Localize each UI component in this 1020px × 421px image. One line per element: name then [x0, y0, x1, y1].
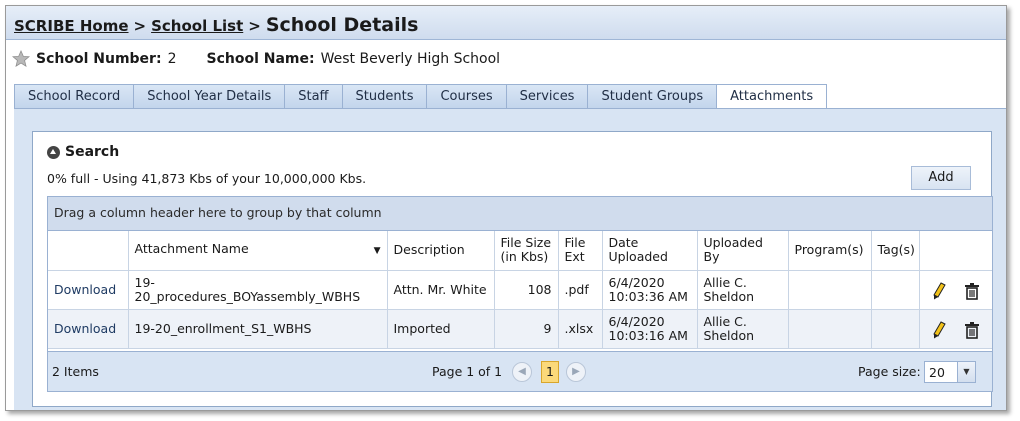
column-header-file-ext[interactable]: File Ext	[558, 231, 603, 271]
download-link[interactable]: Download	[54, 282, 116, 297]
tab-bar: School Record School Year Details Staff …	[14, 84, 828, 110]
tab-student-groups[interactable]: Student Groups	[588, 84, 718, 109]
search-toggle[interactable]: Search	[47, 144, 119, 160]
sort-descending-icon[interactable]: ▼	[374, 244, 381, 258]
programs-cell	[788, 270, 872, 310]
breadcrumb-bar: SCRIBE Home > School List > School Details	[6, 6, 1006, 40]
breadcrumb-separator: >	[248, 17, 261, 35]
attachment-name-cell: 19-20_enrollment_S1_WBHS	[128, 309, 388, 349]
attachment-name-cell: 19-20_procedures_BOYassembly_WBHS	[128, 270, 388, 310]
collapse-up-icon[interactable]	[47, 145, 60, 159]
breadcrumb-home-link[interactable]: SCRIBE Home	[14, 17, 129, 35]
tags-cell	[871, 270, 920, 310]
column-header-uploaded-by[interactable]: Uploaded By	[697, 231, 789, 271]
file-ext-cell: .xlsx	[558, 309, 603, 349]
group-by-drop-zone[interactable]: Drag a column header here to group by th…	[48, 197, 992, 231]
school-info-line: School Number: 2 School Name: West Bever…	[12, 50, 500, 68]
page-size-label: Page size:	[858, 364, 921, 379]
breadcrumb: SCRIBE Home > School List > School Details	[14, 14, 418, 36]
programs-cell	[788, 309, 872, 349]
row-actions-cell	[919, 270, 992, 310]
column-header-date-uploaded[interactable]: Date Uploaded	[602, 231, 698, 271]
page-size-value: 20	[929, 365, 945, 380]
row-actions-cell	[919, 309, 992, 349]
attachments-panel: Search 0% full - Using 41,873 Kbs of you…	[32, 131, 993, 407]
date-uploaded-cell: 6/4/2020 10:03:36 AM	[602, 270, 698, 310]
file-ext-cell: .pdf	[558, 270, 603, 310]
table-row: Download 19-20_procedures_BOYassembly_WB…	[48, 270, 992, 310]
favorite-star-icon[interactable]	[12, 50, 30, 68]
file-size-cell: 108	[494, 270, 559, 310]
tags-cell	[871, 309, 920, 349]
edit-pencil-icon[interactable]	[932, 281, 946, 300]
column-header-file-size[interactable]: File Size (in Kbs)	[494, 231, 559, 271]
item-count: 2 Items	[52, 364, 99, 379]
file-size-cell: 9	[494, 309, 559, 349]
chevron-down-icon[interactable]: ▼	[957, 362, 975, 382]
tab-courses[interactable]: Courses	[427, 84, 507, 109]
school-name-label: School Name:	[206, 51, 315, 67]
tab-staff[interactable]: Staff	[285, 84, 343, 109]
description-cell: Attn. Mr. White	[387, 270, 495, 310]
tab-students[interactable]: Students	[342, 84, 428, 109]
column-header-programs[interactable]: Program(s)	[788, 231, 872, 271]
tab-services[interactable]: Services	[506, 84, 589, 109]
school-details-window: SCRIBE Home > School List > School Details S…	[5, 5, 1007, 411]
storage-usage-text: 0% full - Using 41,873 Kbs of your 10,00…	[47, 171, 367, 186]
column-header-label: Attachment Name	[134, 241, 249, 257]
uploaded-by-cell: Allie C. Sheldon	[697, 270, 789, 310]
download-link[interactable]: Download	[54, 321, 116, 336]
attachments-table: Attachment Name ▼ Description File Size (…	[48, 231, 992, 349]
previous-page-icon[interactable]: ◀	[512, 362, 532, 382]
next-page-icon[interactable]: ▶	[566, 362, 586, 382]
column-header-description[interactable]: Description	[387, 231, 495, 271]
page-title: School Details	[265, 14, 419, 36]
page-info: Page 1 of 1	[432, 364, 503, 379]
edit-pencil-icon[interactable]	[932, 320, 946, 339]
tab-school-year-details[interactable]: School Year Details	[134, 84, 286, 109]
school-number-label: School Number:	[36, 51, 162, 67]
school-number-value: 2	[167, 51, 177, 67]
tab-school-record[interactable]: School Record	[14, 84, 135, 109]
search-label: Search	[65, 144, 120, 160]
uploaded-by-cell: Allie C. Sheldon	[697, 309, 789, 349]
breadcrumb-separator: >	[133, 17, 147, 35]
date-uploaded-cell: 6/4/2020 10:03:16 AM	[602, 309, 698, 349]
breadcrumb-school-list-link[interactable]: School List	[151, 17, 243, 35]
column-header-tags[interactable]: Tag(s)	[871, 231, 920, 271]
attachments-grid: Drag a column header here to group by th…	[47, 196, 993, 392]
table-header-row: Attachment Name ▼ Description File Size (…	[48, 231, 992, 271]
add-attachment-button[interactable]: Add	[911, 166, 971, 190]
grid-pager: 2 Items Page 1 of 1 ◀ 1 ▶ Page size: 20 …	[48, 351, 992, 391]
column-header-attachment-name[interactable]: Attachment Name ▼	[128, 231, 388, 271]
description-cell: Imported	[387, 309, 495, 349]
tab-attachments[interactable]: Attachments	[717, 84, 828, 110]
page-number-button[interactable]: 1	[541, 361, 559, 383]
column-header-edit-delete	[919, 231, 992, 271]
table-row: Download 19-20_enrollment_S1_WBHS Import…	[48, 309, 992, 349]
column-header-actions	[48, 231, 129, 271]
delete-trash-icon[interactable]	[964, 321, 980, 339]
attachments-tab-panel: Search 0% full - Using 41,873 Kbs of you…	[14, 108, 1006, 410]
page-size-select[interactable]: 20 ▼	[924, 361, 976, 383]
delete-trash-icon[interactable]	[964, 282, 980, 300]
school-name-value: West Beverly High School	[320, 51, 501, 67]
